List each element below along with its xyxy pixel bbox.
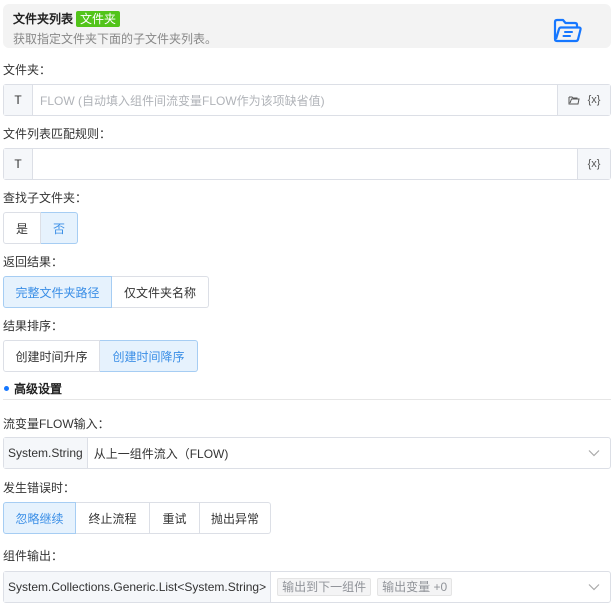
output-select[interactable]: System.Collections.Generic.List<System.S… [3,571,611,603]
folder-input[interactable]: FLOW (自动填入组件间流变量FLOW作为该项缺省值) [33,85,557,115]
folder-label: 文件夹： [3,63,52,77]
folder-variable-button[interactable]: {x} [588,94,601,106]
chevron-down-icon[interactable] [578,572,610,602]
folder-open-icon [553,18,582,43]
on-error-ignore-option[interactable]: 忽略继续 [3,502,76,534]
section-bullet-icon [4,386,9,391]
component-title: 文件夹列表 [13,12,74,26]
output-next-component-chip[interactable]: 输出到下一组件 [277,578,372,596]
output-type: System.Collections.Generic.List<System.S… [4,572,272,602]
pattern-suffix: {x} [577,149,610,179]
on-error-stop-option[interactable]: 终止流程 [76,502,150,534]
pattern-input[interactable] [33,149,577,179]
advanced-section-header: 高级设置 [3,380,611,400]
result-radio-group: 完整文件夹路径 仅文件夹名称 [3,276,209,308]
flow-input-type: System.String [4,438,88,468]
folder-field: T FLOW (自动填入组件间流变量FLOW作为该项缺省值) {x} [3,84,611,116]
pattern-variable-button[interactable]: {x} [588,158,601,170]
result-full-path-option[interactable]: 完整文件夹路径 [3,276,112,308]
flow-input-value[interactable]: 从上一组件流入（FLOW) [88,438,578,468]
folder-suffix: {x} [557,85,610,115]
on-error-label: 发生错误时： [3,481,76,495]
component-description: 获取指定文件夹下面的子文件夹列表。 [13,32,218,46]
sort-asc-option[interactable]: 创建时间升序 [3,340,100,372]
browse-folder-icon[interactable] [568,95,580,105]
advanced-section-title: 高级设置 [14,382,63,396]
header-title-row: 文件夹列表 文件夹 [13,10,121,27]
output-chips: 输出到下一组件 输出变量 +0 [271,572,578,602]
on-error-retry-option[interactable]: 重试 [150,502,200,534]
flow-input-label: 流变量FLOW输入： [3,417,110,431]
text-type-toggle[interactable]: T [4,85,33,115]
subfolders-yes-option[interactable]: 是 [3,212,41,244]
on-error-radio-group: 忽略继续 终止流程 重试 抛出异常 [3,502,271,534]
flow-input-select[interactable]: System.String 从上一组件流入（FLOW) [3,437,611,469]
result-label: 返回结果： [3,255,64,269]
chevron-down-icon[interactable] [578,438,610,468]
output-variable-chip[interactable]: 输出变量 +0 [377,578,453,596]
pattern-label: 文件列表匹配规则： [3,127,112,141]
pattern-field: T {x} [3,148,611,180]
result-name-only-option[interactable]: 仅文件夹名称 [112,276,209,308]
subfolders-no-option[interactable]: 否 [41,212,78,244]
subfolders-radio-group: 是 否 [3,212,78,244]
category-tag: 文件夹 [76,10,121,27]
sort-radio-group: 创建时间升序 创建时间降序 [3,340,198,372]
output-label: 组件输出： [3,549,64,563]
subfolders-label: 查找子文件夹： [3,191,88,205]
text-type-toggle[interactable]: T [4,149,33,179]
on-error-throw-option[interactable]: 抛出异常 [200,502,271,534]
component-header: 文件夹列表 文件夹 获取指定文件夹下面的子文件夹列表。 [3,4,611,48]
sort-label: 结果排序： [3,319,64,333]
sort-desc-option[interactable]: 创建时间降序 [100,340,198,372]
